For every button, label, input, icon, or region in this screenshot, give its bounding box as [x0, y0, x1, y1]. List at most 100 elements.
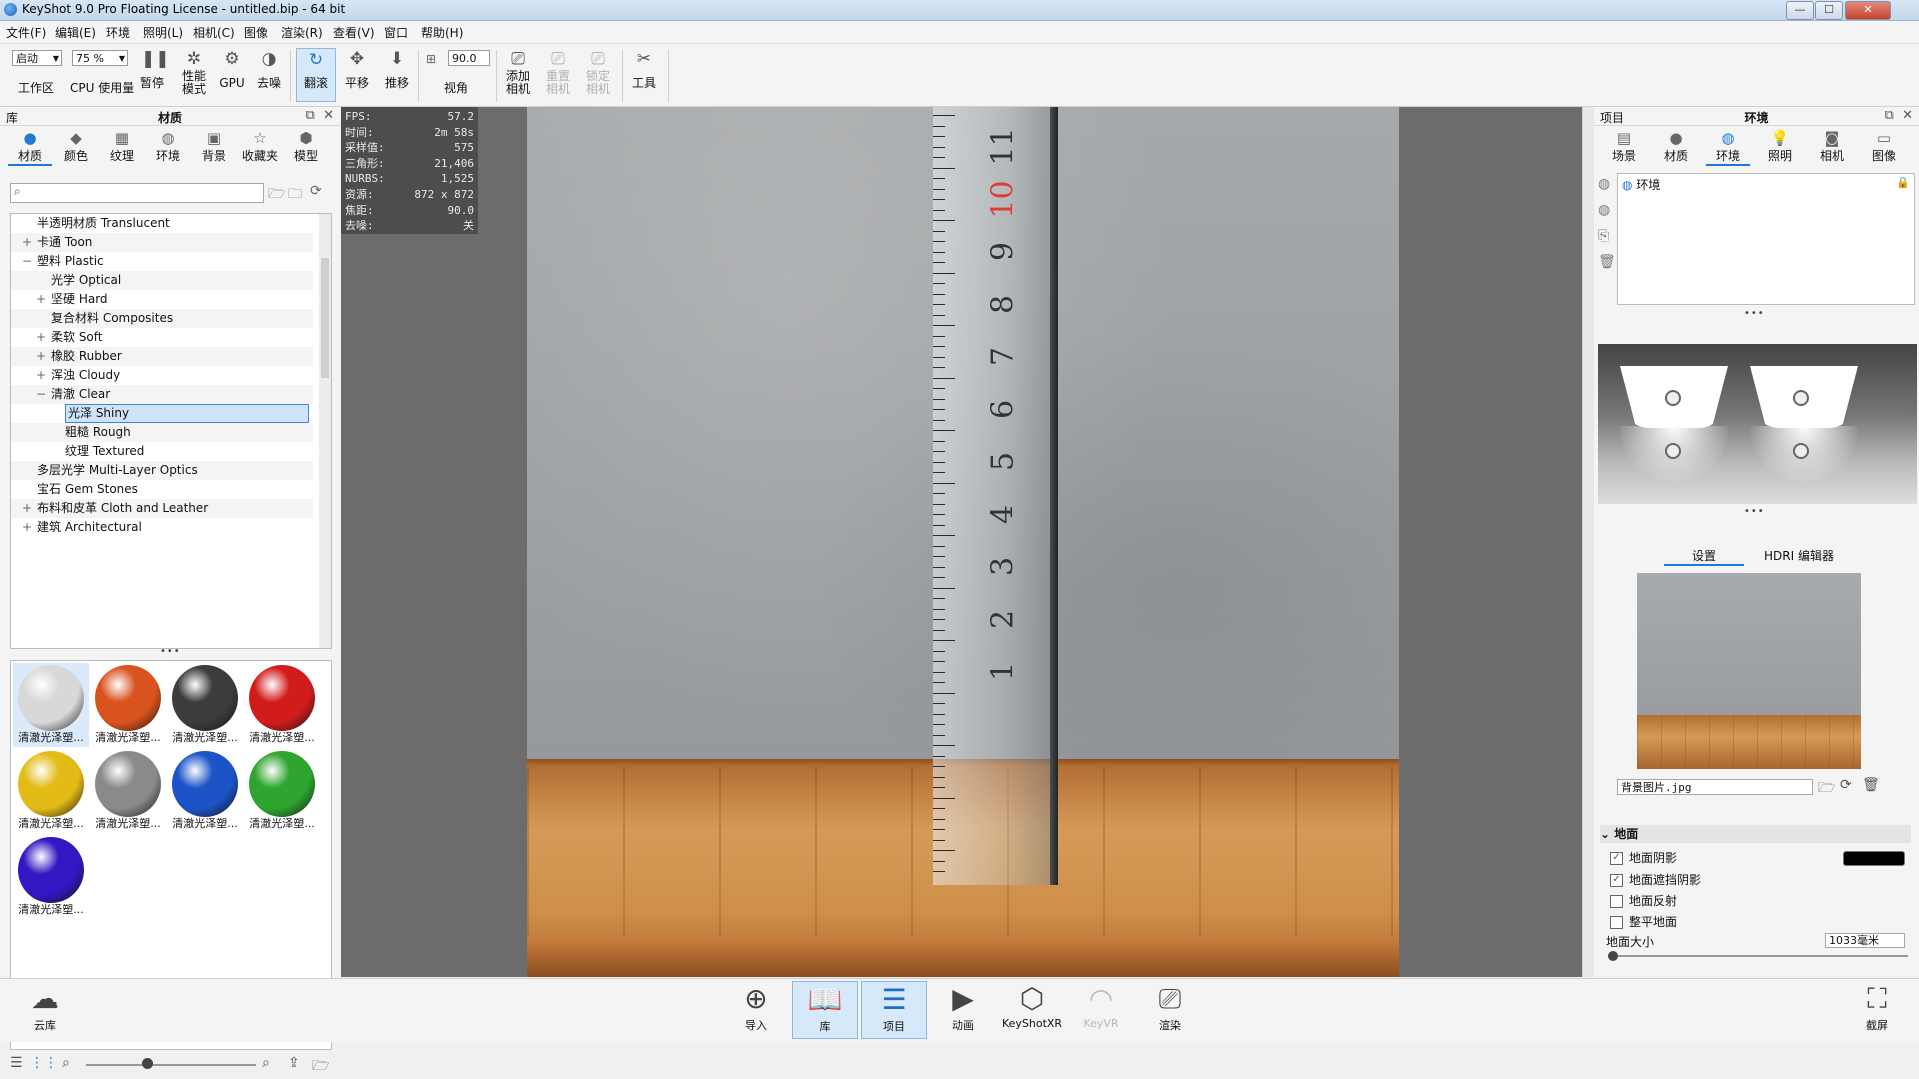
workspace-select[interactable]: 启动 ▼ — [12, 50, 62, 66]
tools-button[interactable]: ✂ 工具 — [628, 48, 660, 90]
tree-item[interactable]: + 橡胶 Rubber — [11, 347, 313, 366]
import-folder-icon[interactable]: 🗁 — [312, 1055, 329, 1079]
denoise-button[interactable]: ◑ 去噪 — [254, 48, 284, 90]
flatten-ground-option[interactable]: 整平地面 — [1610, 913, 1677, 931]
close-panel-icon[interactable]: ✕ — [1902, 108, 1913, 123]
tree-item[interactable]: + 建筑 Architectural — [11, 518, 313, 537]
zoom-out-icon[interactable]: ⌕ — [62, 1055, 70, 1071]
grid-view-icon[interactable]: ⋮⋮ — [30, 1055, 58, 1071]
ground-shadow-color-swatch[interactable] — [1843, 851, 1905, 866]
pan-button[interactable]: ✥ 平移 — [342, 48, 372, 90]
menu-edit[interactable]: 编辑(E) — [55, 24, 96, 41]
environment-list-item[interactable]: ◍ 环境 — [1622, 176, 1660, 193]
refresh-icon[interactable]: ⟳ — [310, 183, 322, 199]
float-panel-icon[interactable]: ⧉ — [306, 108, 315, 123]
tree-item[interactable]: − 清澈 Clear — [11, 385, 313, 404]
close-button[interactable]: ✕ — [1845, 1, 1891, 20]
close-panel-icon[interactable]: ✕ — [323, 108, 334, 123]
dolly-button[interactable]: ⬇ 推移 — [382, 48, 412, 90]
slider-knob[interactable] — [1608, 951, 1618, 961]
tab-favorites[interactable]: ☆ 收藏夹 — [238, 129, 282, 164]
tree-item[interactable]: + 浑浊 Cloudy — [11, 366, 313, 385]
expand-icon[interactable]: + — [35, 347, 47, 366]
expand-icon[interactable]: + — [21, 233, 33, 252]
light-handle[interactable] — [1665, 390, 1681, 406]
tab-camera[interactable]: ◙ 相机 — [1810, 129, 1854, 164]
menu-view[interactable]: 查看(V) — [333, 24, 375, 41]
material-thumbnail[interactable]: 清澈光泽塑... — [13, 749, 89, 833]
tab-environment[interactable]: ◍ 环境 — [1706, 129, 1750, 166]
render-button[interactable]: ⎚ 渲染 — [1137, 981, 1203, 1039]
tumble-button[interactable]: ↻ 翻滚 — [296, 48, 336, 102]
add-environment-icon[interactable]: ◍ — [1598, 176, 1610, 192]
open-folder-icon[interactable]: 🗁 — [1818, 777, 1835, 801]
scrollbar-thumb[interactable] — [321, 258, 329, 378]
library-search-input[interactable]: ⌕ — [10, 183, 264, 203]
ground-occlusion-option[interactable]: ✓ 地面遮挡阴影 — [1610, 871, 1701, 889]
tree-item[interactable]: 半透明材质 Translucent — [11, 214, 313, 233]
tab-environments[interactable]: ◍ 环境 — [146, 129, 190, 164]
refresh-icon[interactable]: ⟳ — [1840, 777, 1852, 793]
cpu-usage-select[interactable]: 75 % ▼ — [72, 50, 128, 66]
light-handle[interactable] — [1793, 390, 1809, 406]
material-thumbnail[interactable]: 清澈光泽塑... — [90, 749, 166, 833]
expand-icon[interactable]: + — [21, 518, 33, 537]
delete-icon[interactable]: 🗑 — [1862, 777, 1880, 793]
ground-size-input[interactable]: 1033毫米 — [1825, 933, 1905, 948]
hdri-preview[interactable] — [1598, 344, 1917, 504]
tab-materials[interactable]: ● 材质 — [8, 129, 52, 166]
material-thumbnail[interactable]: 清澈光泽塑... — [13, 835, 89, 919]
ground-reflections-checkbox[interactable] — [1610, 895, 1623, 908]
menu-render[interactable]: 渲染(R) — [281, 24, 323, 41]
slider-knob[interactable] — [142, 1058, 153, 1069]
menu-camera[interactable]: 相机(C) — [193, 24, 235, 41]
tab-project-materials[interactable]: ● 材质 — [1654, 129, 1698, 164]
menu-environment[interactable]: 环境 — [106, 24, 130, 41]
menu-file[interactable]: 文件(F) — [6, 24, 46, 41]
tree-item[interactable]: 光学 Optical — [11, 271, 313, 290]
material-thumbnail[interactable]: 清澈光泽塑... — [244, 749, 320, 833]
ground-shadows-option[interactable]: ✓ 地面阴影 — [1610, 849, 1677, 867]
duplicate-environment-icon[interactable]: ◍ — [1598, 202, 1610, 218]
tab-scene[interactable]: ▤ 场景 — [1602, 129, 1646, 164]
field-of-view-input[interactable]: 90.0 — [448, 50, 490, 66]
tab-textures[interactable]: ▦ 纹理 — [100, 129, 144, 164]
tab-colors[interactable]: ◆ 颜色 — [54, 129, 98, 164]
list-view-icon[interactable]: ☰ — [10, 1055, 23, 1071]
tab-models[interactable]: ⬢ 模型 — [284, 129, 328, 164]
screenshot-button[interactable]: ⛶ 截屏 — [1844, 981, 1910, 1039]
upload-icon[interactable]: ⇪ — [288, 1055, 300, 1071]
menu-lighting[interactable]: 照明(L) — [143, 24, 183, 41]
thumbnail-size-slider[interactable] — [86, 1064, 256, 1066]
tree-item[interactable]: 多层光学 Multi-Layer Optics — [11, 461, 313, 480]
background-image-preview[interactable] — [1637, 573, 1861, 769]
tree-item[interactable]: 光泽 Shiny — [11, 404, 313, 423]
render-image[interactable]: 11 10 9 8 7 6 5 4 3 2 1 — [527, 107, 1399, 977]
material-thumbnail[interactable]: 清澈光泽塑... — [167, 663, 243, 747]
menu-help[interactable]: 帮助(H) — [421, 24, 463, 41]
tree-item[interactable]: 宝石 Gem Stones — [11, 480, 313, 499]
glass-ruler-model[interactable]: 11 10 9 8 7 6 5 4 3 2 1 — [933, 107, 1058, 885]
tab-settings[interactable]: 设置 — [1664, 547, 1744, 566]
library-button[interactable]: 📖 库 — [792, 981, 858, 1039]
expand-icon[interactable]: + — [35, 366, 47, 385]
float-panel-icon[interactable]: ⧉ — [1885, 108, 1894, 123]
collapse-icon[interactable]: − — [21, 252, 33, 271]
minimize-button[interactable]: — — [1786, 1, 1814, 20]
light-handle[interactable] — [1793, 443, 1809, 459]
light-handle[interactable] — [1665, 443, 1681, 459]
maximize-button[interactable]: ☐ — [1815, 1, 1843, 20]
zoom-in-icon[interactable]: ⌕ — [262, 1055, 270, 1071]
tab-image[interactable]: ▭ 图像 — [1862, 129, 1906, 164]
tab-backplates[interactable]: ▣ 背景 — [192, 129, 236, 164]
material-thumbnail[interactable]: 清澈光泽塑... — [244, 663, 320, 747]
expand-icon[interactable]: + — [21, 499, 33, 518]
material-thumbnail[interactable]: 清澈光泽塑... — [13, 663, 89, 747]
tree-item[interactable]: − 塑料 Plastic — [11, 252, 313, 271]
add-camera-button[interactable]: ⎚ 添加 相机 — [502, 48, 534, 96]
performance-mode-button[interactable]: ✲ 性能 模式 — [177, 48, 211, 96]
delete-icon[interactable]: 🗑 — [1598, 254, 1616, 270]
ground-occlusion-checkbox[interactable]: ✓ — [1610, 874, 1623, 887]
keyshotxr-button[interactable]: ⬡ KeyShotXR — [999, 981, 1065, 1039]
save-environment-icon[interactable]: ⎘ — [1598, 228, 1609, 244]
